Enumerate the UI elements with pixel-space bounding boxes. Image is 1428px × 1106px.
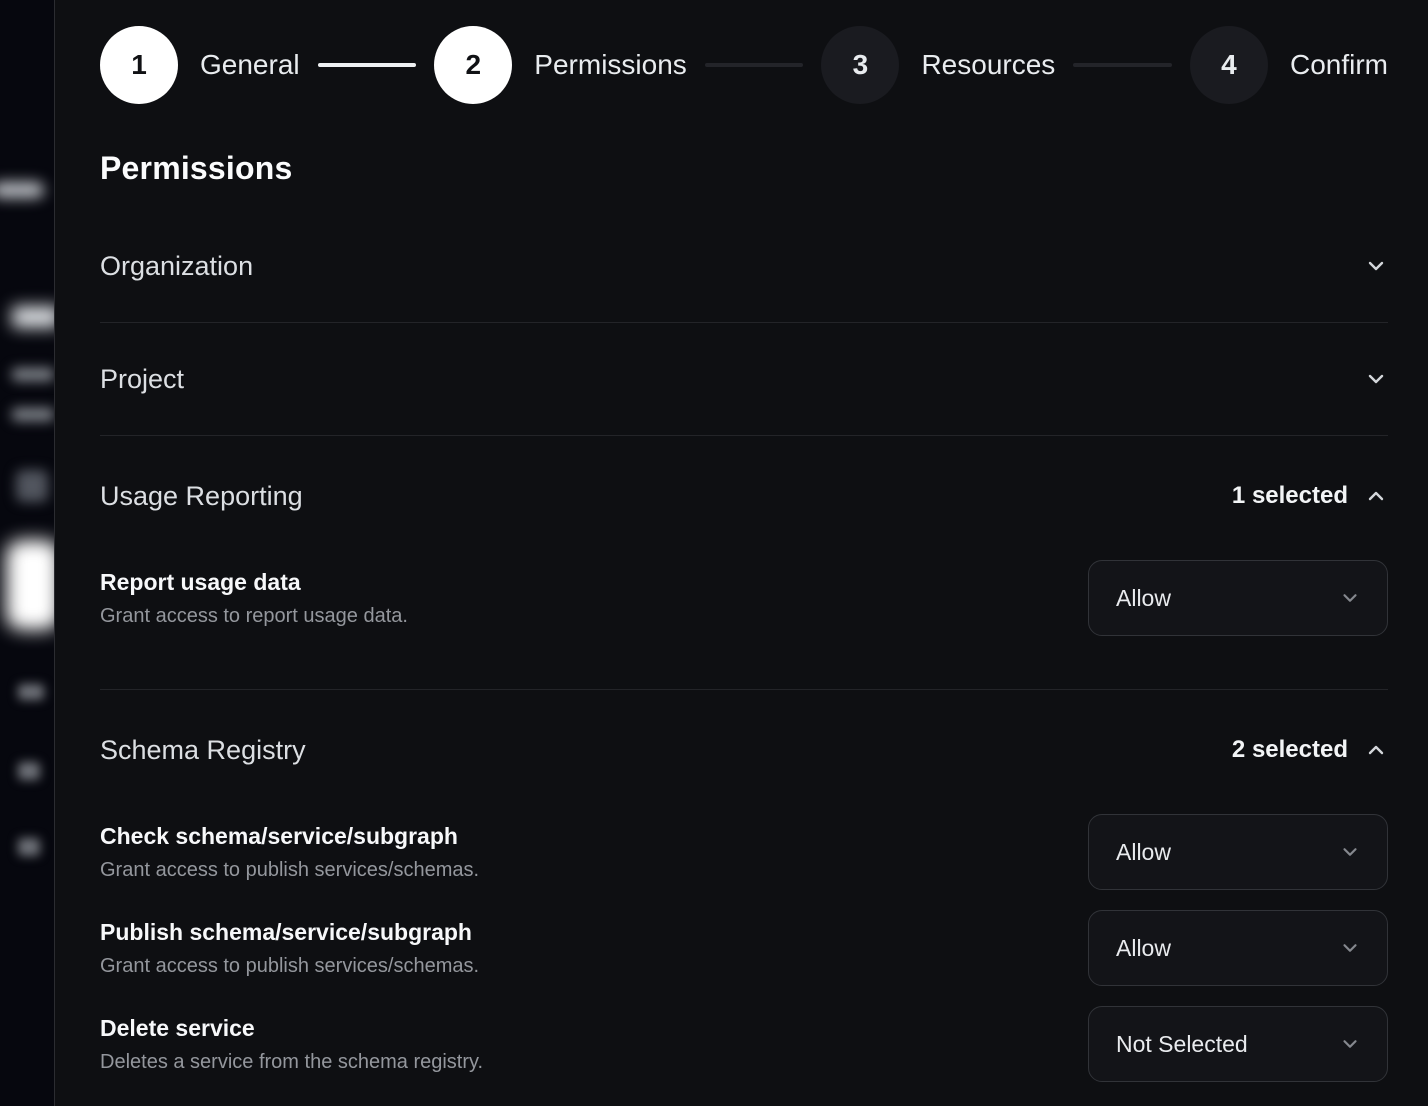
delete-service-select[interactable]: Not Selected: [1088, 1006, 1388, 1082]
sidebar-blurred-item: [0, 182, 44, 198]
screen: 1 General 2 Permissions 3 Resources 4 Co…: [0, 0, 1428, 1106]
chevron-down-icon: [1339, 937, 1361, 959]
step-general[interactable]: 1 General: [100, 26, 300, 104]
sidebar-blurred-item: [12, 306, 54, 328]
usage-reporting-items: Report usage data Grant access to report…: [100, 560, 1388, 689]
schema-registry-selected: 2 selected: [1232, 736, 1388, 764]
chevron-down-icon: [1364, 254, 1388, 278]
page-title: Permissions: [100, 148, 1388, 188]
perm-item-title: Publish schema/service/subgraph: [100, 917, 479, 947]
section-organization[interactable]: Organization: [100, 210, 1388, 323]
chevron-up-icon: [1364, 484, 1388, 508]
step-resources-label: Resources: [921, 49, 1055, 81]
create-key-modal: 1 General 2 Permissions 3 Resources 4 Co…: [54, 0, 1428, 1106]
section-schema-registry-header[interactable]: Schema Registry 2 selected: [100, 690, 1388, 768]
step-general-label: General: [200, 49, 300, 81]
chevron-down-icon: [1339, 587, 1361, 609]
sidebar-blurred-item: [12, 408, 54, 421]
select-value: Not Selected: [1116, 1031, 1248, 1058]
section-usage-reporting-title: Usage Reporting: [100, 478, 303, 514]
wizard-stepper: 1 General 2 Permissions 3 Resources 4 Co…: [100, 26, 1388, 104]
section-usage-reporting: Usage Reporting 1 selected Report usage …: [100, 436, 1388, 690]
select-value: Allow: [1116, 935, 1171, 962]
step-resources-number: 3: [821, 26, 899, 104]
chevron-up-icon: [1364, 738, 1388, 762]
perm-item-text: Report usage data Grant access to report…: [100, 567, 408, 629]
perm-item-check-schema: Check schema/service/subgraph Grant acce…: [100, 814, 1388, 890]
perm-item-report-usage-data: Report usage data Grant access to report…: [100, 560, 1388, 636]
step-permissions[interactable]: 2 Permissions: [434, 26, 686, 104]
perm-item-description: Deletes a service from the schema regist…: [100, 1049, 483, 1075]
select-value: Allow: [1116, 585, 1171, 612]
check-schema-select[interactable]: Allow: [1088, 814, 1388, 890]
step-permissions-label: Permissions: [534, 49, 686, 81]
step-resources[interactable]: 3 Resources: [821, 26, 1055, 104]
sidebar-blurred-item: [18, 684, 44, 700]
schema-registry-selected-count: 2 selected: [1232, 736, 1348, 764]
perm-item-description: Grant access to publish services/schemas…: [100, 857, 479, 883]
schema-registry-items: Check schema/service/subgraph Grant acce…: [100, 814, 1388, 1106]
background-sidebar: [0, 0, 54, 1106]
permission-sections: Organization Project Usage Reporting: [100, 210, 1388, 1106]
sidebar-blurred-button: [6, 540, 54, 630]
publish-schema-select[interactable]: Allow: [1088, 910, 1388, 986]
chevron-down-icon: [1339, 841, 1361, 863]
perm-item-title: Check schema/service/subgraph: [100, 821, 479, 851]
section-schema-registry: Schema Registry 2 selected Check schema/…: [100, 690, 1388, 1106]
step-confirm-label: Confirm: [1290, 49, 1388, 81]
perm-item-title: Delete service: [100, 1013, 483, 1043]
sidebar-blurred-icon: [16, 470, 48, 502]
perm-item-text: Publish schema/service/subgraph Grant ac…: [100, 917, 479, 979]
perm-item-text: Check schema/service/subgraph Grant acce…: [100, 821, 479, 883]
stepper-connector: [318, 63, 417, 67]
sidebar-blurred-item: [18, 838, 40, 856]
chevron-down-icon: [1364, 367, 1388, 391]
perm-item-text: Delete service Deletes a service from th…: [100, 1013, 483, 1075]
perm-item-delete-service: Delete service Deletes a service from th…: [100, 1006, 1388, 1082]
step-confirm[interactable]: 4 Confirm: [1190, 26, 1388, 104]
perm-item-publish-schema: Publish schema/service/subgraph Grant ac…: [100, 910, 1388, 986]
sidebar-blurred-item: [18, 762, 40, 780]
stepper-connector: [1073, 63, 1172, 67]
section-organization-title: Organization: [100, 248, 253, 284]
report-usage-data-select[interactable]: Allow: [1088, 560, 1388, 636]
select-value: Allow: [1116, 839, 1171, 866]
sidebar-blurred-item: [12, 368, 54, 381]
step-confirm-number: 4: [1190, 26, 1268, 104]
step-permissions-number: 2: [434, 26, 512, 104]
usage-reporting-selected: 1 selected: [1232, 482, 1388, 510]
perm-item-description: Grant access to report usage data.: [100, 603, 408, 629]
stepper-connector: [705, 63, 804, 67]
step-general-number: 1: [100, 26, 178, 104]
section-project[interactable]: Project: [100, 323, 1388, 436]
perm-item-description: Grant access to publish services/schemas…: [100, 953, 479, 979]
chevron-down-icon: [1339, 1033, 1361, 1055]
section-schema-registry-title: Schema Registry: [100, 732, 306, 768]
section-project-title: Project: [100, 361, 184, 397]
usage-reporting-selected-count: 1 selected: [1232, 482, 1348, 510]
section-usage-reporting-header[interactable]: Usage Reporting 1 selected: [100, 436, 1388, 514]
perm-item-title: Report usage data: [100, 567, 408, 597]
